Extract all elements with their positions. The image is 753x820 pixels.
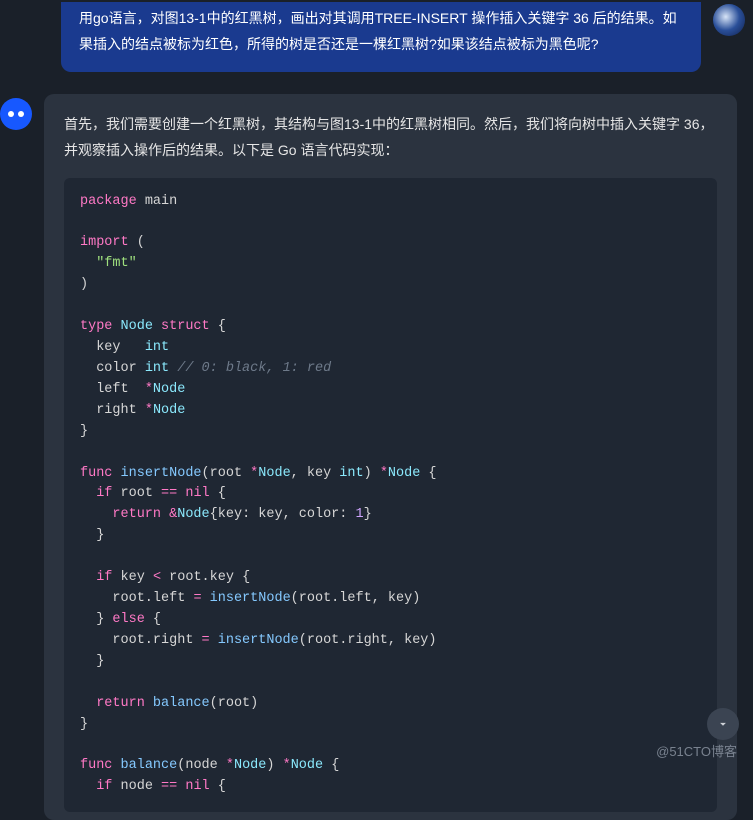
code-token: func	[80, 758, 112, 773]
code-token: key	[258, 507, 282, 522]
code-token: Node	[234, 758, 266, 773]
chevron-down-icon	[716, 717, 730, 731]
code-token: Node	[153, 382, 185, 397]
code-token: else	[112, 612, 144, 627]
code-token: root.right	[307, 633, 388, 648]
code-token: key	[388, 591, 412, 606]
code-token: type	[80, 319, 112, 334]
code-token: nil	[185, 486, 209, 501]
code-token: Node	[388, 466, 420, 481]
code-token: int	[145, 340, 169, 355]
code-token: left	[96, 382, 128, 397]
code-token: func	[80, 466, 112, 481]
code-token: ==	[161, 486, 177, 501]
code-token: insertNode	[210, 591, 291, 606]
code-token: insertNode	[218, 633, 299, 648]
user-avatar	[713, 4, 745, 36]
code-token: int	[339, 466, 363, 481]
code-token: root.left	[299, 591, 372, 606]
code-token: root	[210, 466, 242, 481]
code-token: =	[202, 633, 210, 648]
code-token: "fmt"	[96, 256, 137, 271]
code-token: root	[121, 486, 153, 501]
assistant-message-row: 首先，我们需要创建一个红黑树，其结构与图13-1中的红黑树相同。然后，我们将向树…	[0, 72, 753, 820]
code-token: root.key	[169, 570, 234, 585]
code-token: if	[96, 570, 112, 585]
user-message-bubble: 用go语言，对图13-1中的红黑树，画出对其调用TREE-INSERT 操作插入…	[61, 2, 701, 72]
code-token: color	[96, 361, 137, 376]
user-prompt-text: 用go语言，对图13-1中的红黑树，画出对其调用TREE-INSERT 操作插入…	[79, 10, 677, 52]
code-token: key	[307, 466, 331, 481]
code-token: =	[193, 591, 201, 606]
code-block[interactable]: package main import ( "fmt" ) type Node …	[64, 178, 717, 813]
code-token: main	[145, 194, 177, 209]
code-token: <	[153, 570, 161, 585]
code-token: key	[121, 570, 145, 585]
code-token: root.right	[112, 633, 193, 648]
code-token: insertNode	[121, 466, 202, 481]
code-token: 1	[356, 507, 364, 522]
code-token: return	[112, 507, 161, 522]
code-token: Node	[291, 758, 323, 773]
code-token: right	[96, 403, 137, 418]
assistant-message-bubble: 首先，我们需要创建一个红黑树，其结构与图13-1中的红黑树相同。然后，我们将向树…	[44, 94, 737, 820]
assistant-avatar	[0, 98, 32, 130]
code-token: Node	[177, 507, 209, 522]
code-token: Node	[258, 466, 290, 481]
code-token: balance	[153, 696, 210, 711]
code-token: color	[299, 507, 340, 522]
assistant-intro-text: 首先，我们需要创建一个红黑树，其结构与图13-1中的红黑树相同。然后，我们将向树…	[64, 112, 717, 164]
code-token: Node	[121, 319, 153, 334]
code-token: struct	[161, 319, 210, 334]
code-token: key	[96, 340, 120, 355]
code-token: package	[80, 194, 137, 209]
code-token: int	[145, 361, 169, 376]
code-token: if	[96, 486, 112, 501]
code-token: root.left	[112, 591, 185, 606]
code-token: root	[218, 696, 250, 711]
code-token: key	[404, 633, 428, 648]
user-message-row: 用go语言，对图13-1中的红黑树，画出对其调用TREE-INSERT 操作插入…	[0, 0, 753, 72]
code-token: key	[218, 507, 242, 522]
code-token: node	[185, 758, 217, 773]
code-token: Node	[153, 403, 185, 418]
code-token: import	[80, 235, 129, 250]
scroll-to-top-button[interactable]	[707, 708, 739, 740]
code-token: balance	[121, 758, 178, 773]
code-token: return	[96, 696, 145, 711]
code-comment: // 0: black, 1: red	[177, 361, 331, 376]
